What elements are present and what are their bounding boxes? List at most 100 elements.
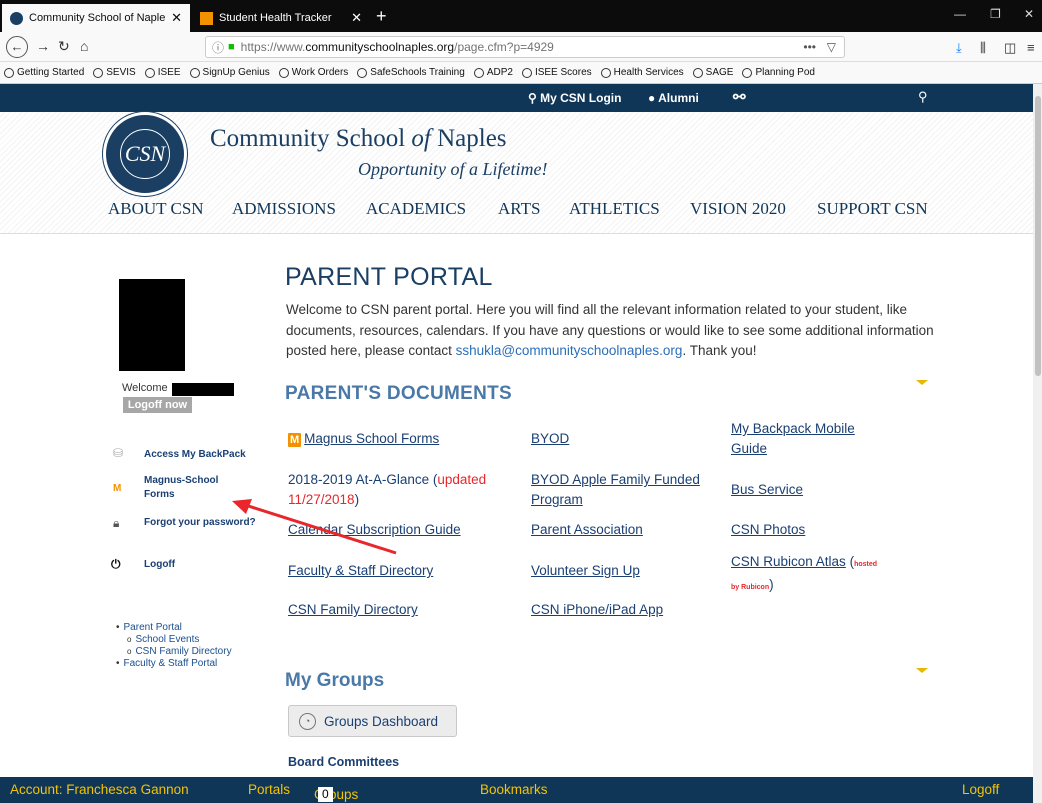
doc-rubicon-atlas[interactable]: CSN Rubicon Atlas (hosted by Rubicon) [731, 552, 877, 598]
forgot-password-link[interactable]: Forgot your password? [144, 516, 256, 530]
url-bar[interactable]: ⓘ ■ https://www. communityschoolnaples.or… [205, 36, 845, 58]
intro-paragraph: Welcome to CSN parent portal. Here you w… [286, 302, 934, 358]
home-icon[interactable]: ⌂ [80, 38, 88, 54]
lock-icon[interactable]: ■ [228, 41, 235, 53]
bookmark-item[interactable]: SafeSchools Training [357, 67, 465, 78]
my-csn-login-link[interactable]: ⚲ My CSN Login [528, 91, 621, 105]
doc-iphone-app[interactable]: CSN iPhone/iPad App [531, 600, 663, 620]
reload-icon[interactable]: ↻ [58, 38, 70, 55]
pocket-icon[interactable]: ▽ [827, 40, 836, 54]
url-host: communityschoolnaples.org [305, 40, 455, 54]
doc-faculty-directory[interactable]: Faculty & Staff Directory [288, 561, 433, 581]
dashboard-icon: ◔ [299, 712, 316, 730]
bookmark-item[interactable]: SEVIS [93, 67, 136, 78]
menu-icon[interactable]: ≡ [1027, 40, 1035, 55]
bookmark-item[interactable]: SignUp Genius [189, 67, 270, 78]
doc-parent-association[interactable]: Parent Association [531, 520, 643, 540]
back-icon[interactable]: ← [6, 36, 28, 58]
site-title[interactable]: Community School of Naples [210, 125, 507, 153]
nav-about-csn[interactable]: ABOUT CSN [108, 199, 204, 219]
parents-documents-title: PARENT'S DOCUMENTS [285, 383, 513, 404]
groups-dashboard-button[interactable]: ◔ Groups Dashboard [288, 705, 457, 737]
nav-academics[interactable]: ACADEMICS [366, 199, 466, 219]
sidebar-icon[interactable]: ◫ [1004, 40, 1016, 56]
portal-tree: Parent Portal School Events CSN Family D… [116, 622, 232, 670]
globe-icon [742, 67, 753, 78]
doc-byod[interactable]: BYOD [531, 429, 569, 449]
username-redacted [172, 383, 234, 396]
doc-byod-apple[interactable]: BYOD Apple Family Funded Program [531, 470, 700, 510]
bottom-logoff-link[interactable]: Logoff [962, 782, 999, 797]
bookmark-item[interactable]: ISEE [144, 67, 181, 78]
account-name[interactable]: Account: Franchesca Gannon [10, 782, 189, 797]
nav-athletics[interactable]: ATHLETICS [569, 199, 660, 219]
doc-backpack-mobile-guide[interactable]: My Backpack Mobile Guide [731, 419, 855, 459]
tab-title: Community School of Naples | [29, 12, 166, 24]
doc-volunteer-sign-up[interactable]: Volunteer Sign Up [531, 561, 640, 581]
school-seal-logo[interactable]: CSN [103, 112, 187, 196]
link-icon[interactable]: ⚯ [733, 88, 746, 106]
key-icon: ⚲ [528, 91, 541, 105]
minimize-icon[interactable]: — [954, 7, 966, 21]
tree-school-events[interactable]: School Events [116, 634, 232, 646]
new-tab-icon[interactable]: + [376, 6, 387, 27]
forward-icon[interactable]: → [36, 38, 50, 54]
bookmark-item[interactable]: SAGE [692, 67, 733, 78]
bookmarks-toolbar: Getting Started SEVIS ISEE SignUp Genius… [0, 62, 1042, 84]
board-committees-title[interactable]: Board Committees [288, 755, 399, 769]
tab-community-school[interactable]: Community School of Naples | ✕ [2, 4, 190, 32]
close-icon[interactable]: ✕ [351, 10, 362, 26]
info-icon[interactable]: ⓘ [212, 39, 224, 56]
globe-icon [4, 67, 14, 78]
globe-icon [692, 67, 703, 78]
tree-family-directory[interactable]: CSN Family Directory [116, 646, 231, 658]
nav-support-csn[interactable]: SUPPORT CSN [817, 199, 928, 219]
window-close-icon[interactable]: ✕ [1024, 7, 1034, 21]
bookmark-item[interactable]: Planning Pod [742, 67, 815, 78]
magnus-school-forms-link[interactable]: Magnus-School Forms [144, 474, 218, 502]
nav-vision-2020[interactable]: VISION 2020 [690, 199, 786, 219]
tree-faculty-portal[interactable]: Faculty & Staff Portal [116, 658, 232, 670]
bookmark-item[interactable]: Work Orders [278, 67, 348, 78]
doc-magnus-school-forms[interactable]: M Magnus School Forms [288, 429, 439, 449]
nav-admissions[interactable]: ADMISSIONS [232, 199, 336, 219]
account-bottom-bar: Account: Franchesca Gannon Portals Group… [0, 777, 1033, 803]
portals-link[interactable]: Portals [248, 782, 290, 797]
person-icon: ● [648, 91, 659, 105]
access-backpack-link[interactable]: Access My BackPack [144, 448, 246, 462]
doc-bus-service[interactable]: Bus Service [731, 480, 803, 500]
tree-parent-portal[interactable]: Parent Portal [116, 622, 232, 634]
arrow-head [232, 499, 252, 514]
collapse-chevron-icon[interactable] [916, 668, 928, 673]
alumni-link[interactable]: ● Alumni [648, 91, 699, 105]
logoff-link[interactable]: Logoff [144, 558, 175, 572]
restore-icon[interactable]: ❐ [990, 7, 1001, 21]
collapse-chevron-icon[interactable] [916, 380, 928, 385]
globe-icon [144, 67, 155, 78]
globe-icon [600, 67, 611, 78]
doc-family-directory[interactable]: CSN Family Directory [288, 600, 418, 620]
close-icon[interactable]: ✕ [171, 10, 182, 26]
site-top-bar: ⚲ My CSN Login ● Alumni ⚯ ⚲ [0, 84, 1033, 112]
logoff-now-button[interactable]: Logoff now [123, 397, 192, 413]
url-prefix: https://www. [240, 40, 306, 54]
scrollbar-thumb[interactable] [1035, 96, 1041, 376]
nav-arts[interactable]: ARTS [498, 199, 540, 219]
contact-email-link[interactable]: sshukla@communityschoolnaples.org [456, 343, 683, 358]
magnus-icon: M [113, 483, 122, 494]
globe-icon [473, 67, 484, 78]
bookmark-item[interactable]: ISEE Scores [521, 67, 592, 78]
page-actions-icon[interactable]: ••• [803, 40, 816, 54]
bookmark-item[interactable]: Health Services [600, 67, 684, 78]
doc-calendar-subscription[interactable]: Calendar Subscription Guide [288, 520, 461, 540]
tab-title: Student Health Tracker [219, 12, 332, 24]
tab-student-health-tracker[interactable]: Student Health Tracker ✕ [192, 4, 370, 32]
download-icon[interactable]: ⤓ [956, 40, 962, 56]
bookmark-item[interactable]: Getting Started [4, 67, 84, 78]
doc-at-a-glance[interactable]: 2018-2019 At-A-Glance (updated 11/27/2018… [288, 470, 486, 510]
bookmarks-link[interactable]: Bookmarks [480, 782, 548, 797]
search-icon[interactable]: ⚲ [918, 89, 928, 105]
library-icon[interactable]: ⫼ [980, 40, 986, 56]
doc-csn-photos[interactable]: CSN Photos [731, 520, 805, 540]
bookmark-item[interactable]: ADP2 [473, 67, 513, 78]
